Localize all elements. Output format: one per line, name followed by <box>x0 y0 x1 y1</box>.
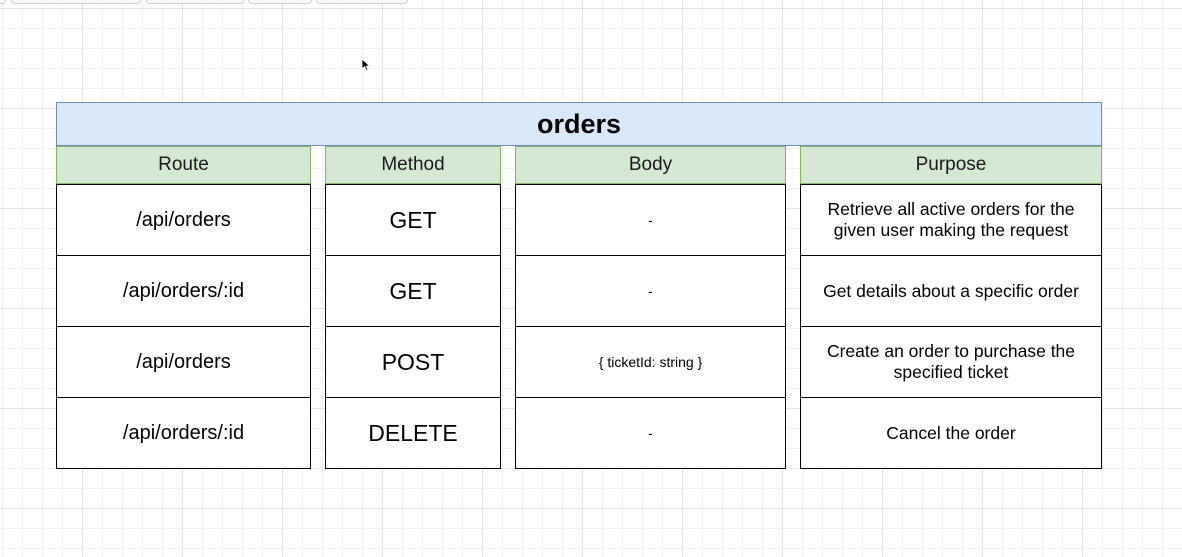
toolbar-tab[interactable] <box>316 0 408 4</box>
route-cell[interactable]: /api/orders <box>56 184 311 256</box>
route-cell[interactable]: /api/orders <box>56 327 311 398</box>
route-cell[interactable]: /api/orders/:id <box>56 256 311 327</box>
route-column: Route /api/orders /api/orders/:id /api/o… <box>56 146 311 469</box>
toolbar-tab[interactable] <box>248 0 312 4</box>
purpose-cell[interactable]: Create an order to purchase the specifie… <box>800 327 1102 398</box>
purpose-cell[interactable]: Cancel the order <box>800 398 1102 469</box>
purpose-column: Purpose Retrieve all active orders for t… <box>800 146 1102 469</box>
table-title[interactable]: orders <box>56 102 1102 146</box>
method-cell[interactable]: GET <box>325 184 501 256</box>
method-column: Method GET GET POST DELETE <box>325 146 501 469</box>
mouse-pointer-icon <box>361 58 371 72</box>
purpose-cell[interactable]: Get details about a specific order <box>800 256 1102 327</box>
method-cell[interactable]: POST <box>325 327 501 398</box>
toolbar-tab[interactable] <box>11 0 141 4</box>
body-cell[interactable]: - <box>515 398 786 469</box>
method-cell[interactable]: GET <box>325 256 501 327</box>
body-cell[interactable]: - <box>515 184 786 256</box>
body-header[interactable]: Body <box>515 146 786 184</box>
toolbar-tab[interactable] <box>0 0 6 4</box>
route-cell[interactable]: /api/orders/:id <box>56 398 311 469</box>
body-cell[interactable]: { ticketId: string } <box>515 327 786 398</box>
body-column: Body - - { ticketId: string } - <box>515 146 786 469</box>
method-cell[interactable]: DELETE <box>325 398 501 469</box>
method-header[interactable]: Method <box>325 146 501 184</box>
purpose-cell[interactable]: Retrieve all active orders for the given… <box>800 184 1102 256</box>
toolbar-tab[interactable] <box>146 0 244 4</box>
route-header[interactable]: Route <box>56 146 311 184</box>
body-cell[interactable]: - <box>515 256 786 327</box>
purpose-header[interactable]: Purpose <box>800 146 1102 184</box>
